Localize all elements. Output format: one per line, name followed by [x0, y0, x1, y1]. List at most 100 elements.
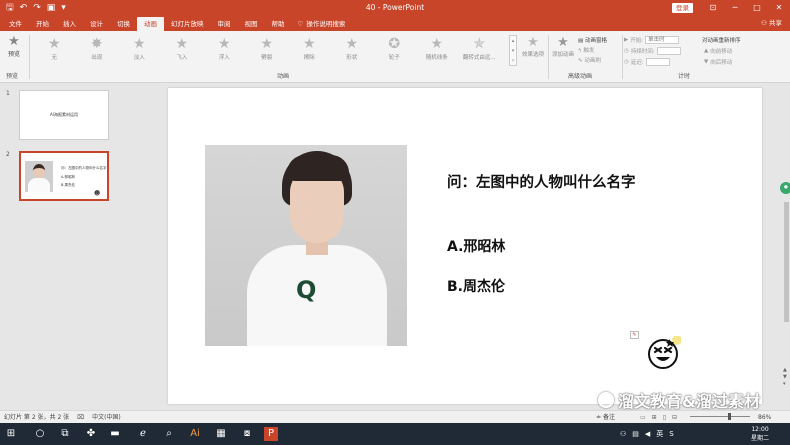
redo-icon[interactable]: ↷: [33, 0, 41, 16]
file-explorer-icon[interactable]: ▬: [108, 427, 122, 441]
duration-field[interactable]: [656, 47, 681, 55]
tell-me-search[interactable]: ♡ 操作说明搜索: [292, 17, 346, 31]
photos-app-icon[interactable]: ▦: [214, 427, 228, 441]
trigger-button[interactable]: ϟ 触发: [578, 46, 594, 54]
animation-name: 劈裂: [261, 55, 273, 61]
animation-pane-button[interactable]: ▤ 动画窗格: [578, 36, 607, 44]
shirt-letter: Q: [296, 276, 317, 304]
tab-animations[interactable]: 动画: [137, 17, 164, 31]
animation-wipe[interactable]: ★ 擦除: [288, 35, 331, 66]
volume-icon[interactable]: ◀: [645, 430, 650, 438]
option-a-text[interactable]: A.邢昭林: [447, 236, 505, 256]
effect-star-icon: ★: [527, 35, 539, 50]
slide-canvas[interactable]: Q 问：左图中的人物叫什么名字 A.邢昭林 B.周杰伦 ✎: [168, 88, 762, 404]
thumbnail-text: 问：左图中的人物叫什么名字: [61, 166, 107, 170]
option-b-text[interactable]: B.周杰伦: [447, 276, 505, 296]
tab-design[interactable]: 设计: [83, 17, 110, 31]
move-earlier-button[interactable]: ▲ 向前移动: [704, 47, 732, 55]
ime-indicator[interactable]: 英: [656, 429, 663, 439]
tab-review[interactable]: 审阅: [211, 17, 238, 31]
delay-field[interactable]: [645, 58, 670, 66]
undo-icon[interactable]: ↶: [20, 0, 28, 16]
edge-browser-icon[interactable]: ℯ: [136, 427, 150, 441]
preview-button[interactable]: ★ 预览: [2, 34, 26, 58]
add-animation-button[interactable]: ★ 添加动画: [550, 35, 576, 58]
tab-home[interactable]: 开始: [29, 17, 56, 31]
animation-fade[interactable]: ★ 淡入: [118, 35, 161, 66]
scroll-buttons[interactable]: ▲ ▼ ▾: [783, 367, 787, 388]
system-tray: ⚇ ▤ ◀ 英 S: [620, 423, 674, 445]
duration-row: ◷ 持续时间:: [624, 47, 681, 55]
tab-slideshow[interactable]: 幻灯片放映: [164, 17, 211, 31]
window-controls: ⊡ ─ □ ✕: [702, 0, 790, 16]
animation-grow-turn[interactable]: ✯ 翻转式由远...: [458, 35, 501, 66]
delay-label: 延迟:: [630, 60, 644, 66]
animation-fly-in[interactable]: ★ 飞入: [161, 35, 204, 66]
people-icon[interactable]: ⚇: [620, 430, 626, 438]
lightbulb-icon: ♡: [297, 20, 304, 28]
person-photo[interactable]: Q: [205, 145, 407, 346]
vertical-scrollbar[interactable]: ▲ ▼ ▾: [782, 202, 790, 407]
present-icon[interactable]: ▣: [47, 0, 56, 16]
slide-thumbnail-1[interactable]: AI海报素材运用: [19, 90, 109, 140]
network-icon[interactable]: ▤: [632, 430, 639, 438]
quick-access-toolbar: 🖫 ↶ ↷ ▣ ▾: [0, 0, 120, 16]
watermark-logo: [598, 392, 614, 408]
move-later-button[interactable]: ▼ 向后移动: [704, 58, 732, 66]
animation-appear[interactable]: ✸ 出现: [76, 35, 119, 66]
slide-thumbnail-2[interactable]: 问：左图中的人物叫什么名字 A.邢昭林 B.周杰伦 ☻: [19, 151, 109, 201]
ribbon: ★ 预览 预览 ★ 无 ✸ 出现 ★ 淡入 ★ 飞入 ★ 浮入 ★ 劈裂 ★ 擦除 ★ 形状 ✪…: [0, 31, 790, 83]
zoom-slider[interactable]: [690, 413, 750, 420]
scroll-thumb[interactable]: [784, 202, 789, 322]
pin-icon[interactable]: ✎: [630, 331, 639, 339]
animation-shape[interactable]: ★ 形状: [331, 35, 374, 66]
animation-float-in[interactable]: ★ 浮入: [203, 35, 246, 66]
tab-view[interactable]: 视图: [238, 17, 265, 31]
customize-qat-icon[interactable]: ▾: [61, 0, 66, 16]
login-button[interactable]: 登录: [672, 3, 693, 13]
animation-wheel[interactable]: ✪ 轮子: [373, 35, 416, 66]
dizzy-face-emoji-icon[interactable]: [647, 336, 681, 370]
search-icon[interactable]: ○: [33, 427, 47, 441]
advanced-group-label: 高级动画: [568, 73, 593, 80]
star-icon: ★: [217, 36, 231, 52]
assistant-badge-icon[interactable]: ●: [780, 182, 790, 194]
zoom-knob[interactable]: [728, 413, 731, 420]
tab-help[interactable]: 帮助: [265, 17, 292, 31]
thumbnail-emoji-icon: ☻: [94, 190, 101, 197]
share-button[interactable]: ⚇ 共享: [761, 16, 782, 31]
pinwheel-app-icon[interactable]: ✤: [84, 427, 98, 441]
animation-gallery: ★ 无 ✸ 出现 ★ 淡入 ★ 飞入 ★ 浮入 ★ 劈裂 ★ 擦除 ★ 形状 ✪ 轮子 ★ 随机线条…: [33, 35, 508, 66]
effect-options-button[interactable]: ★ 效果选项: [520, 35, 546, 58]
animation-painter-button[interactable]: ✎ 动画刷: [578, 56, 601, 64]
tab-transitions[interactable]: 切换: [110, 17, 137, 31]
tell-me-label: 操作说明搜索: [306, 20, 346, 28]
animation-random-bars[interactable]: ★ 随机线条: [416, 35, 459, 66]
tab-file[interactable]: 文件: [2, 17, 29, 31]
minimize-icon[interactable]: ─: [724, 0, 746, 16]
animation-split[interactable]: ★ 劈裂: [246, 35, 289, 66]
share-label: 共享: [769, 19, 782, 27]
input-method-icon[interactable]: S: [669, 430, 673, 438]
gallery-scroll[interactable]: ▴ ▾ ▿: [509, 35, 517, 66]
save-icon[interactable]: 🖫: [6, 0, 14, 16]
ribbon-separator: [622, 35, 623, 79]
app-search-icon[interactable]: ⌕: [162, 427, 176, 441]
store-app-icon[interactable]: ⧇: [240, 427, 254, 441]
task-view-icon[interactable]: ⧉: [58, 427, 72, 441]
star-icon: ★: [47, 36, 61, 52]
windows-start-icon[interactable]: ⊞: [4, 427, 18, 441]
play-icon: ▶: [624, 37, 629, 43]
close-icon[interactable]: ✕: [768, 0, 790, 16]
powerpoint-icon[interactable]: P: [264, 427, 278, 441]
tab-insert[interactable]: 插入: [56, 17, 83, 31]
preview-star-icon: ★: [8, 34, 20, 49]
animation-none[interactable]: ★ 无: [33, 35, 76, 66]
animation-name: 翻转式由远...: [462, 55, 496, 61]
maximize-icon[interactable]: □: [746, 0, 768, 16]
illustrator-icon[interactable]: Ai: [188, 427, 202, 441]
question-text[interactable]: 问：左图中的人物叫什么名字: [447, 171, 636, 192]
ribbon-display-icon[interactable]: ⊡: [702, 0, 724, 16]
taskbar-clock[interactable]: 12:00 星期二: [738, 425, 782, 443]
start-select[interactable]: 单击时: [645, 36, 680, 44]
